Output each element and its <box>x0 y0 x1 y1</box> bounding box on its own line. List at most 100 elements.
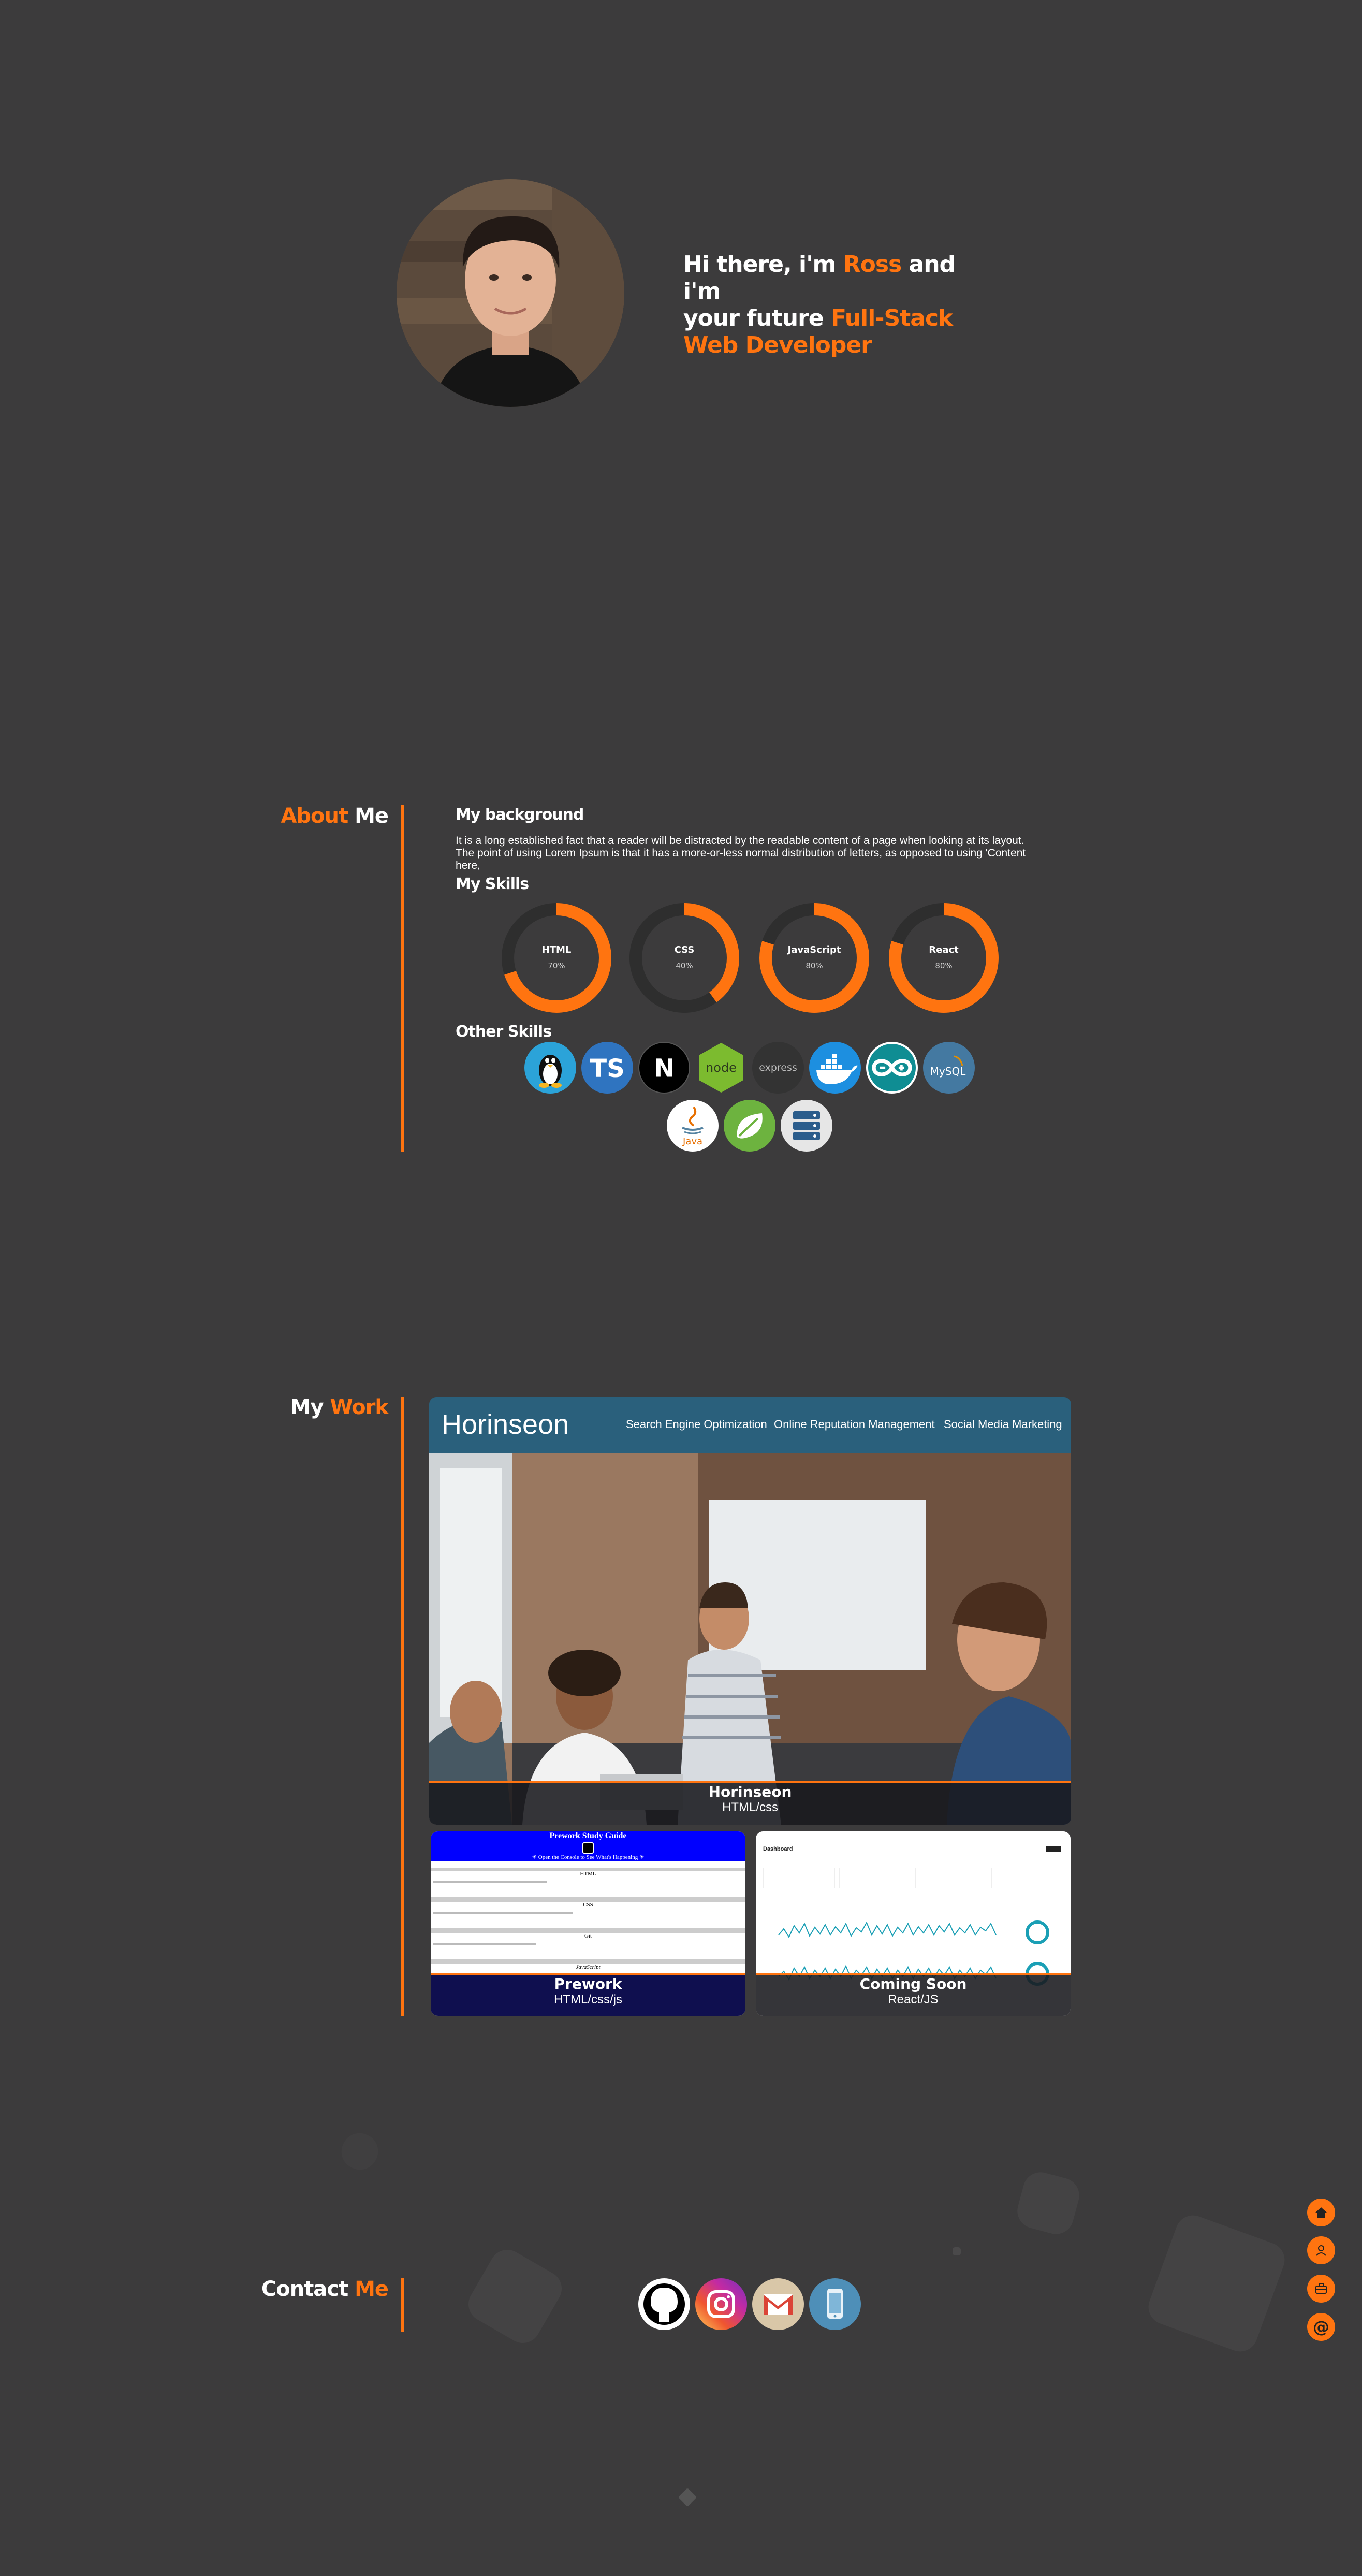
preview-section-title: JavaScript <box>576 1964 601 1970</box>
express-label: express <box>759 1062 797 1073</box>
at-icon: @ <box>1313 2317 1329 2337</box>
preview-tip: ☀ Open the Console to See What's Happeni… <box>532 1854 645 1860</box>
preview-stat <box>991 1868 1063 1888</box>
about-title-part: About <box>281 804 348 828</box>
background-heading: My background <box>456 806 584 824</box>
about-title-part: Me <box>348 804 389 828</box>
github-icon[interactable] <box>638 2278 690 2330</box>
preview-stat <box>839 1868 911 1888</box>
background-shape <box>1144 2210 1290 2356</box>
preview-line <box>433 1943 536 1945</box>
contact-title-part: Contact <box>261 2277 348 2301</box>
site-nav-link: Search Engine Optimization <box>626 1418 767 1431</box>
java-label: Java <box>682 1136 702 1147</box>
skill-percent: 40% <box>676 961 693 970</box>
skill-ring: HTML 70% <box>502 903 611 1013</box>
preview-section-title: CSS <box>583 1902 593 1908</box>
preview-section-title: HTML <box>580 1871 596 1877</box>
project-screenshot <box>429 1453 1071 1825</box>
skill-name: HTML <box>542 944 572 955</box>
skill-percent: 80% <box>806 961 823 970</box>
nav-about-button[interactable] <box>1307 2236 1335 2264</box>
gmail-icon[interactable] <box>752 2278 804 2330</box>
skill-ring: JavaScript 80% <box>759 903 869 1013</box>
nav-home-button[interactable] <box>1307 2199 1335 2226</box>
hero-text: your future <box>683 305 831 331</box>
preview-heading: Prework Study Guide <box>549 1831 627 1840</box>
preview-section-css: CSS <box>431 1899 745 1931</box>
preview-header: Prework Study Guide ☀ Open the Console t… <box>431 1831 745 1861</box>
preview-section-title: Git <box>584 1933 592 1939</box>
site-logo: Horinseon <box>442 1409 569 1440</box>
mysql-icon: MySQL <box>923 1042 975 1094</box>
typescript-label: TS <box>590 1054 624 1083</box>
project-tech: HTML/css <box>722 1800 778 1814</box>
skill-percent: 70% <box>548 961 565 970</box>
work-title-part: Work <box>323 1395 389 1419</box>
project-tech: HTML/css/js <box>554 1992 622 2006</box>
project-caption: Prework HTML/css/js <box>431 1973 745 2016</box>
home-icon <box>1315 2207 1327 2218</box>
phone-icon[interactable] <box>809 2278 861 2330</box>
project-caption: Horinseon HTML/css <box>429 1781 1071 1825</box>
preview-section-html: HTML <box>431 1868 745 1900</box>
hero-role: Full-Stack <box>830 305 953 331</box>
express-icon: express <box>752 1042 804 1094</box>
instagram-icon[interactable] <box>695 2278 747 2330</box>
hero-heading: Hi there, i'm Ross and i'm your future F… <box>683 251 973 359</box>
arduino-icon <box>866 1042 918 1094</box>
work-title: My Work <box>290 1395 389 1419</box>
hero-role: Web Developer <box>683 332 872 358</box>
work-divider <box>401 1397 404 2016</box>
preview-stat <box>915 1868 987 1888</box>
contact-title: Contact Me <box>261 2277 389 2301</box>
skills-heading: My Skills <box>456 875 529 893</box>
skill-ring: CSS 40% <box>629 903 739 1013</box>
java-icon: Java <box>667 1100 719 1152</box>
background-shape <box>1013 2168 1083 2238</box>
spring-icon <box>724 1100 775 1152</box>
skill-percent: 80% <box>935 961 952 970</box>
hero-text: Hi there, i'm <box>683 251 843 278</box>
project-title: Horinseon <box>708 1783 792 1800</box>
briefcase-icon <box>1315 2283 1327 2294</box>
preview-github-icon <box>582 1842 594 1854</box>
other-skills-heading: Other Skills <box>456 1023 552 1041</box>
background-shape <box>953 2247 961 2255</box>
preview-section-git: Git <box>431 1930 745 1962</box>
work-title-part: My <box>290 1395 324 1419</box>
nextjs-icon: N <box>638 1042 690 1094</box>
preview-stat-row <box>763 1868 1063 1888</box>
background-text: It is a long established fact that a rea… <box>456 835 1026 871</box>
nav-contact-button[interactable]: @ <box>1307 2313 1335 2341</box>
project-card-prework[interactable]: Prework Study Guide ☀ Open the Console t… <box>431 1831 745 2016</box>
about-divider <box>401 805 404 1152</box>
nextjs-label: N <box>654 1054 675 1083</box>
project-caption: Coming Soon React/JS <box>756 1973 1071 2016</box>
site-nav-link: Social Media Marketing <box>944 1418 1062 1431</box>
server-icon <box>781 1100 832 1152</box>
skill-name: CSS <box>675 944 695 955</box>
typescript-icon: TS <box>581 1042 633 1094</box>
site-nav-link: Online Reputation Management <box>774 1418 935 1431</box>
skill-name: React <box>929 944 959 955</box>
about-title: About Me <box>281 804 389 828</box>
project-card-horinseon[interactable]: Horinseon Search Engine Optimization Onl… <box>429 1397 1071 1825</box>
skill-ring: React 80% <box>889 903 999 1013</box>
preview-line <box>433 1881 547 1883</box>
contact-title-part: Me <box>348 2277 389 2301</box>
mysql-label: MySQL <box>930 1065 966 1078</box>
background-shape <box>678 2487 697 2507</box>
linux-icon <box>524 1042 576 1094</box>
preview-stat <box>763 1868 835 1888</box>
nav-work-button[interactable] <box>1307 2275 1335 2303</box>
contact-divider <box>401 2278 404 2332</box>
preview-button <box>1046 1846 1061 1852</box>
project-title: Prework <box>554 1975 622 1992</box>
preview-topbar <box>756 1831 1071 1838</box>
background-shape <box>335 2127 384 2176</box>
project-card-coming-soon[interactable]: Dashboard Coming Soon React/JS <box>756 1831 1071 2016</box>
person-icon <box>1316 2245 1326 2256</box>
site-header: Horinseon Search Engine Optimization Onl… <box>429 1397 1071 1453</box>
profile-photo <box>397 179 624 407</box>
